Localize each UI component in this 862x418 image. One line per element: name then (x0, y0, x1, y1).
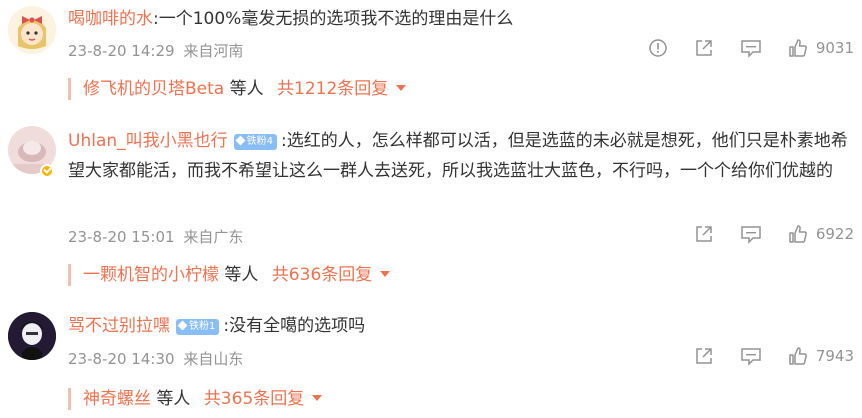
comment-item: 骂不过别拉嘿 铁粉1 :没有全噶的选项吗 23-8-20 14:30 来自山东 79… (0, 310, 862, 418)
comment-button[interactable] (740, 346, 762, 366)
reply-username[interactable]: 一颗机智的小柠檬 (83, 265, 219, 285)
reply-username[interactable]: 神奇螺丝 (83, 389, 151, 409)
comment-location: 来自山东 (183, 350, 244, 368)
fan-badge-label: 铁粉4 (246, 136, 274, 147)
comment-time: 23-8-20 14:29 (68, 42, 175, 60)
username-link[interactable]: Uhlan_叫我小黑也行 (68, 131, 228, 151)
reply-username[interactable]: 修飞机的贝塔Beta (83, 79, 224, 99)
comment-time: 23-8-20 14:30 (68, 350, 175, 368)
reply-count-link[interactable]: 共365条回复 (204, 389, 304, 409)
caret-down-icon (396, 85, 407, 91)
avatar[interactable] (8, 312, 56, 360)
replies-preview[interactable]: 修飞机的贝塔Beta 等人 共1212条回复 (68, 78, 407, 100)
comment-meta: 23-8-20 14:30 来自山东 (68, 348, 243, 369)
comment-icon (741, 348, 761, 366)
comment-button[interactable] (740, 224, 762, 244)
diamond-icon (235, 135, 246, 146)
comment-line: Uhlan_叫我小黑也行 铁粉4:选红的人，怎么样都可以活，但是选蓝的未必就是想死… (68, 126, 848, 186)
diamond-icon (177, 320, 188, 331)
like-button[interactable]: 7943 (788, 346, 854, 366)
comment-icon (741, 226, 761, 244)
comment-icon (741, 40, 761, 58)
fan-badge[interactable]: 铁粉1 (176, 319, 220, 335)
comment-meta: 23-8-20 15:01 来自广东 (68, 226, 243, 247)
share-button[interactable] (694, 346, 714, 366)
comment-text: :没有全噶的选项吗 (223, 316, 366, 336)
comment-item: Uhlan_叫我小黑也行 铁粉4:选红的人，怎么样都可以活，但是选蓝的未必就是想死… (0, 122, 862, 292)
comment-button[interactable] (740, 38, 762, 58)
like-button[interactable]: 6922 (788, 224, 854, 244)
comment-line: 骂不过别拉嘿 铁粉1 :没有全噶的选项吗 (68, 311, 365, 341)
comment-line: 喝咖啡的水:一个100%毫发无损的选项我不选的理由是什么 (68, 4, 513, 34)
comment-location: 来自广东 (183, 228, 244, 246)
like-button[interactable]: 9031 (788, 38, 854, 58)
replies-preview[interactable]: 神奇螺丝 等人 共365条回复 (68, 388, 323, 410)
comment-actions: 9031 (622, 38, 854, 58)
share-button[interactable] (694, 38, 714, 58)
avatar[interactable] (8, 6, 56, 54)
reply-suffix: 等人 (156, 389, 191, 409)
comment-actions: 6922 (668, 224, 854, 244)
reply-suffix: 等人 (224, 265, 259, 285)
like-icon (789, 39, 807, 57)
username-link[interactable]: 骂不过别拉嘿 (68, 316, 170, 336)
share-button[interactable] (694, 224, 714, 244)
comment-time: 23-8-20 15:01 (68, 228, 175, 246)
comment-item: 喝咖啡的水:一个100%毫发无损的选项我不选的理由是什么 23-8-20 14:… (0, 0, 862, 110)
reply-count-link[interactable]: 共1212条回复 (277, 79, 388, 99)
caret-down-icon (312, 395, 323, 401)
verified-badge-icon (40, 164, 54, 178)
replies-preview[interactable]: 一颗机智的小柠檬 等人 共636条回复 (68, 264, 391, 286)
comment-text: :一个100%毫发无损的选项我不选的理由是什么 (153, 9, 514, 29)
caret-down-icon (380, 271, 391, 277)
share-icon (696, 40, 712, 56)
like-count: 7943 (815, 347, 854, 365)
comment-location: 来自河南 (183, 42, 244, 60)
like-count: 6922 (815, 225, 854, 243)
fan-badge-label: 铁粉1 (189, 321, 216, 332)
share-icon (696, 226, 712, 242)
like-count: 9031 (815, 39, 854, 57)
reply-suffix: 等人 (229, 79, 264, 99)
like-icon (789, 347, 807, 365)
reply-count-link[interactable]: 共636条回复 (272, 265, 372, 285)
fan-badge[interactable]: 铁粉4 (233, 134, 278, 150)
like-icon (789, 225, 807, 243)
share-icon (696, 348, 712, 364)
report-icon (649, 39, 667, 57)
comment-actions: 7943 (668, 346, 854, 366)
username-link[interactable]: 喝咖啡的水 (68, 9, 153, 29)
report-button[interactable] (648, 38, 668, 58)
comment-meta: 23-8-20 14:29 来自河南 (68, 40, 243, 61)
